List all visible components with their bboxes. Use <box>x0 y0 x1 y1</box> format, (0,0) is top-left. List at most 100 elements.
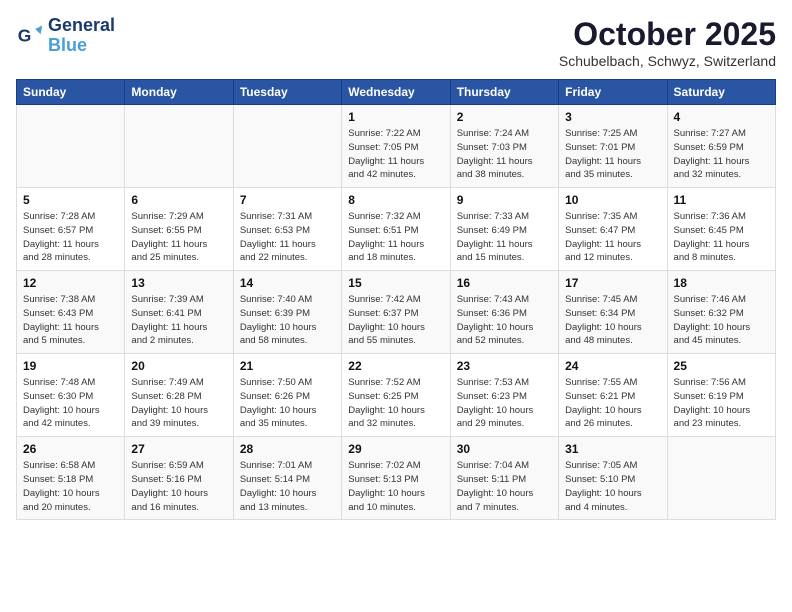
day-number: 9 <box>457 193 552 207</box>
weekday-header-wednesday: Wednesday <box>342 80 450 105</box>
weekday-header-sunday: Sunday <box>17 80 125 105</box>
day-cell: 22Sunrise: 7:52 AMSunset: 6:25 PMDayligh… <box>342 354 450 437</box>
day-info: Sunrise: 7:01 AMSunset: 5:14 PMDaylight:… <box>240 459 335 514</box>
day-info: Sunrise: 7:32 AMSunset: 6:51 PMDaylight:… <box>348 210 443 265</box>
day-info: Sunrise: 7:56 AMSunset: 6:19 PMDaylight:… <box>674 376 769 431</box>
page-header: G General Blue October 2025 Schubelbach,… <box>16 16 776 69</box>
day-number: 19 <box>23 359 118 373</box>
day-info: Sunrise: 7:48 AMSunset: 6:30 PMDaylight:… <box>23 376 118 431</box>
location: Schubelbach, Schwyz, Switzerland <box>559 53 776 69</box>
logo-text: General Blue <box>48 16 115 56</box>
day-info: Sunrise: 6:58 AMSunset: 5:18 PMDaylight:… <box>23 459 118 514</box>
day-info: Sunrise: 7:27 AMSunset: 6:59 PMDaylight:… <box>674 127 769 182</box>
day-number: 17 <box>565 276 660 290</box>
day-info: Sunrise: 7:02 AMSunset: 5:13 PMDaylight:… <box>348 459 443 514</box>
month-title: October 2025 <box>559 16 776 53</box>
week-row-3: 12 Sunrise: 7:38 AMSunset: 6:43 PMDayligh… <box>17 271 776 354</box>
day-number: 24 <box>565 359 660 373</box>
day-number: 27 <box>131 442 226 456</box>
day-number: 14 <box>240 276 335 290</box>
day-cell: 6 Sunrise: 7:29 AMSunset: 6:55 PMDaylight… <box>125 188 233 271</box>
day-number: 8 <box>348 193 443 207</box>
day-number: 16 <box>457 276 552 290</box>
day-info: Sunrise: 7:46 AMSunset: 6:32 PMDaylight:… <box>674 293 769 348</box>
week-row-1: 1 Sunrise: 7:22 AMSunset: 7:05 PMDaylight… <box>17 105 776 188</box>
weekday-header-tuesday: Tuesday <box>233 80 341 105</box>
day-number: 31 <box>565 442 660 456</box>
day-number: 1 <box>348 110 443 124</box>
day-info: Sunrise: 7:39 AMSunset: 6:41 PMDaylight:… <box>131 293 226 348</box>
day-cell <box>17 105 125 188</box>
day-number: 25 <box>674 359 769 373</box>
day-cell: 18 Sunrise: 7:46 AMSunset: 6:32 PMDayligh… <box>667 271 775 354</box>
day-cell: 17 Sunrise: 7:45 AMSunset: 6:34 PMDayligh… <box>559 271 667 354</box>
day-info: Sunrise: 7:36 AMSunset: 6:45 PMDaylight:… <box>674 210 769 265</box>
day-info: Sunrise: 7:42 AMSunset: 6:37 PMDaylight:… <box>348 293 443 348</box>
day-info: Sunrise: 7:40 AMSunset: 6:39 PMDaylight:… <box>240 293 335 348</box>
day-info: Sunrise: 7:05 AMSunset: 5:10 PMDaylight:… <box>565 459 660 514</box>
calendar-table: SundayMondayTuesdayWednesdayThursdayFrid… <box>16 79 776 520</box>
logo-icon: G <box>16 22 44 50</box>
day-number: 5 <box>23 193 118 207</box>
day-cell: 8 Sunrise: 7:32 AMSunset: 6:51 PMDaylight… <box>342 188 450 271</box>
week-row-4: 19 Sunrise: 7:48 AMSunset: 6:30 PMDayligh… <box>17 354 776 437</box>
day-cell: 7 Sunrise: 7:31 AMSunset: 6:53 PMDaylight… <box>233 188 341 271</box>
day-number: 7 <box>240 193 335 207</box>
day-number: 13 <box>131 276 226 290</box>
title-block: October 2025 Schubelbach, Schwyz, Switze… <box>559 16 776 69</box>
day-info: Sunrise: 7:04 AMSunset: 5:11 PMDaylight:… <box>457 459 552 514</box>
day-info: Sunrise: 7:22 AMSunset: 7:05 PMDaylight:… <box>348 127 443 182</box>
day-info: Sunrise: 7:53 AMSunset: 6:23 PMDaylight:… <box>457 376 552 431</box>
day-number: 6 <box>131 193 226 207</box>
day-number: 29 <box>348 442 443 456</box>
day-cell: 14 Sunrise: 7:40 AMSunset: 6:39 PMDayligh… <box>233 271 341 354</box>
week-row-2: 5 Sunrise: 7:28 AMSunset: 6:57 PMDaylight… <box>17 188 776 271</box>
day-number: 11 <box>674 193 769 207</box>
week-row-5: 26 Sunrise: 6:58 AMSunset: 5:18 PMDayligh… <box>17 437 776 520</box>
day-number: 2 <box>457 110 552 124</box>
day-number: 21 <box>240 359 335 373</box>
weekday-header-friday: Friday <box>559 80 667 105</box>
day-number: 20 <box>131 359 226 373</box>
day-cell: 27Sunrise: 6:59 AMSunset: 5:16 PMDayligh… <box>125 437 233 520</box>
day-info: Sunrise: 7:38 AMSunset: 6:43 PMDaylight:… <box>23 293 118 348</box>
logo: G General Blue <box>16 16 115 56</box>
day-cell: 16 Sunrise: 7:43 AMSunset: 6:36 PMDayligh… <box>450 271 558 354</box>
day-cell: 23 Sunrise: 7:53 AMSunset: 6:23 PMDayligh… <box>450 354 558 437</box>
day-info: Sunrise: 7:29 AMSunset: 6:55 PMDaylight:… <box>131 210 226 265</box>
day-info: Sunrise: 7:45 AMSunset: 6:34 PMDaylight:… <box>565 293 660 348</box>
day-info: Sunrise: 7:31 AMSunset: 6:53 PMDaylight:… <box>240 210 335 265</box>
day-cell <box>233 105 341 188</box>
day-number: 28 <box>240 442 335 456</box>
day-number: 30 <box>457 442 552 456</box>
day-cell: 19 Sunrise: 7:48 AMSunset: 6:30 PMDayligh… <box>17 354 125 437</box>
day-cell: 1 Sunrise: 7:22 AMSunset: 7:05 PMDaylight… <box>342 105 450 188</box>
day-cell <box>667 437 775 520</box>
day-info: Sunrise: 7:43 AMSunset: 6:36 PMDaylight:… <box>457 293 552 348</box>
day-info: Sunrise: 7:24 AMSunset: 7:03 PMDaylight:… <box>457 127 552 182</box>
day-cell: 21 Sunrise: 7:50 AMSunset: 6:26 PMDayligh… <box>233 354 341 437</box>
day-cell: 30 Sunrise: 7:04 AMSunset: 5:11 PMDayligh… <box>450 437 558 520</box>
day-cell: 15 Sunrise: 7:42 AMSunset: 6:37 PMDayligh… <box>342 271 450 354</box>
day-info: Sunrise: 7:52 AMSunset: 6:25 PMDaylight:… <box>348 376 443 431</box>
day-number: 26 <box>23 442 118 456</box>
day-cell: 12 Sunrise: 7:38 AMSunset: 6:43 PMDayligh… <box>17 271 125 354</box>
day-info: Sunrise: 7:55 AMSunset: 6:21 PMDaylight:… <box>565 376 660 431</box>
day-cell: 10 Sunrise: 7:35 AMSunset: 6:47 PMDayligh… <box>559 188 667 271</box>
day-number: 10 <box>565 193 660 207</box>
day-number: 3 <box>565 110 660 124</box>
day-cell: 9Sunrise: 7:33 AMSunset: 6:49 PMDaylight… <box>450 188 558 271</box>
day-number: 15 <box>348 276 443 290</box>
day-number: 23 <box>457 359 552 373</box>
day-number: 12 <box>23 276 118 290</box>
day-info: Sunrise: 7:50 AMSunset: 6:26 PMDaylight:… <box>240 376 335 431</box>
day-number: 18 <box>674 276 769 290</box>
weekday-header-monday: Monday <box>125 80 233 105</box>
svg-text:G: G <box>18 25 32 45</box>
day-cell: 20Sunrise: 7:49 AMSunset: 6:28 PMDayligh… <box>125 354 233 437</box>
day-info: Sunrise: 7:35 AMSunset: 6:47 PMDaylight:… <box>565 210 660 265</box>
day-info: Sunrise: 7:28 AMSunset: 6:57 PMDaylight:… <box>23 210 118 265</box>
day-cell: 3Sunrise: 7:25 AMSunset: 7:01 PMDaylight… <box>559 105 667 188</box>
day-cell: 25 Sunrise: 7:56 AMSunset: 6:19 PMDayligh… <box>667 354 775 437</box>
day-number: 4 <box>674 110 769 124</box>
